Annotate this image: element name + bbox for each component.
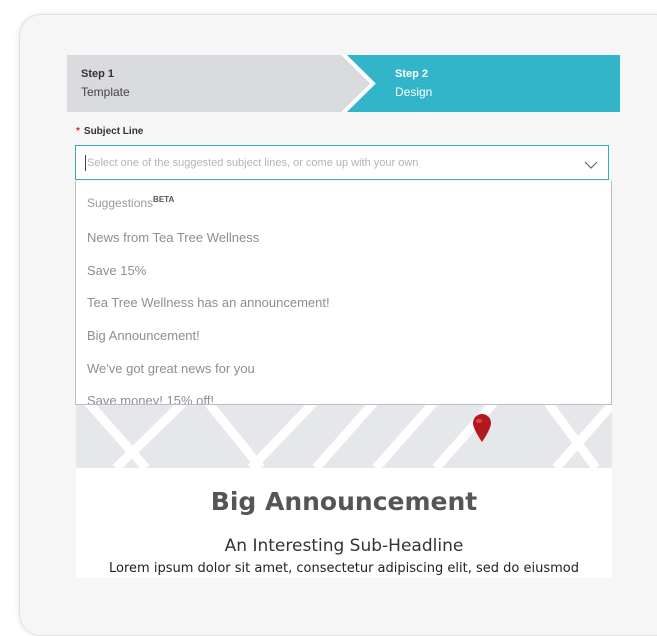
chevron-down-icon[interactable]	[584, 157, 598, 175]
subject-line-placeholder: Select one of the suggested subject line…	[87, 157, 419, 169]
preview-subheadline: An Interesting Sub-Headline	[224, 536, 464, 556]
map-roads	[84, 405, 612, 472]
email-preview: Big Announcement An Interesting Sub-Head…	[76, 405, 612, 578]
suggestion-item[interactable]: We've got great news for you	[87, 361, 255, 376]
suggestion-item[interactable]: Tea Tree Wellness has an announcement!	[87, 295, 330, 310]
preview-headline: Big Announcement	[210, 487, 478, 516]
suggestions-header-text: Suggestions	[87, 196, 154, 210]
step-2-name: Design	[395, 85, 433, 99]
required-mark: *	[76, 126, 80, 137]
suggestions-dropdown: SuggestionsBETA News from Tea Tree Welln…	[75, 181, 612, 405]
suggestion-item[interactable]: Save money! 15% off!	[87, 393, 214, 404]
map-image	[76, 405, 612, 472]
step-1-name: Template	[81, 85, 130, 99]
subject-line-label-text: Subject Line	[83, 126, 144, 137]
step-2-number: Step 2	[395, 68, 429, 80]
suggestion-item[interactable]: News from Tea Tree Wellness	[87, 230, 259, 245]
subject-line-select[interactable]: Select one of the suggested subject line…	[75, 145, 609, 180]
step-1-number: Step 1	[81, 68, 115, 80]
suggestion-item[interactable]: Save 15%	[87, 263, 146, 278]
map-pin-icon	[471, 413, 493, 448]
subject-line-label: * Subject Line	[76, 126, 143, 137]
preview-body-text: Lorem ipsum dolor sit amet, consectetur …	[109, 561, 579, 576]
stepper: Step 1 Template Step 2 Design	[67, 55, 620, 112]
text-cursor	[85, 155, 86, 171]
stepper-shape	[67, 55, 620, 112]
suggestion-item[interactable]: Big Announcement!	[87, 328, 200, 343]
beta-badge: BETA	[153, 195, 175, 204]
suggestions-header: SuggestionsBETA	[87, 195, 174, 210]
